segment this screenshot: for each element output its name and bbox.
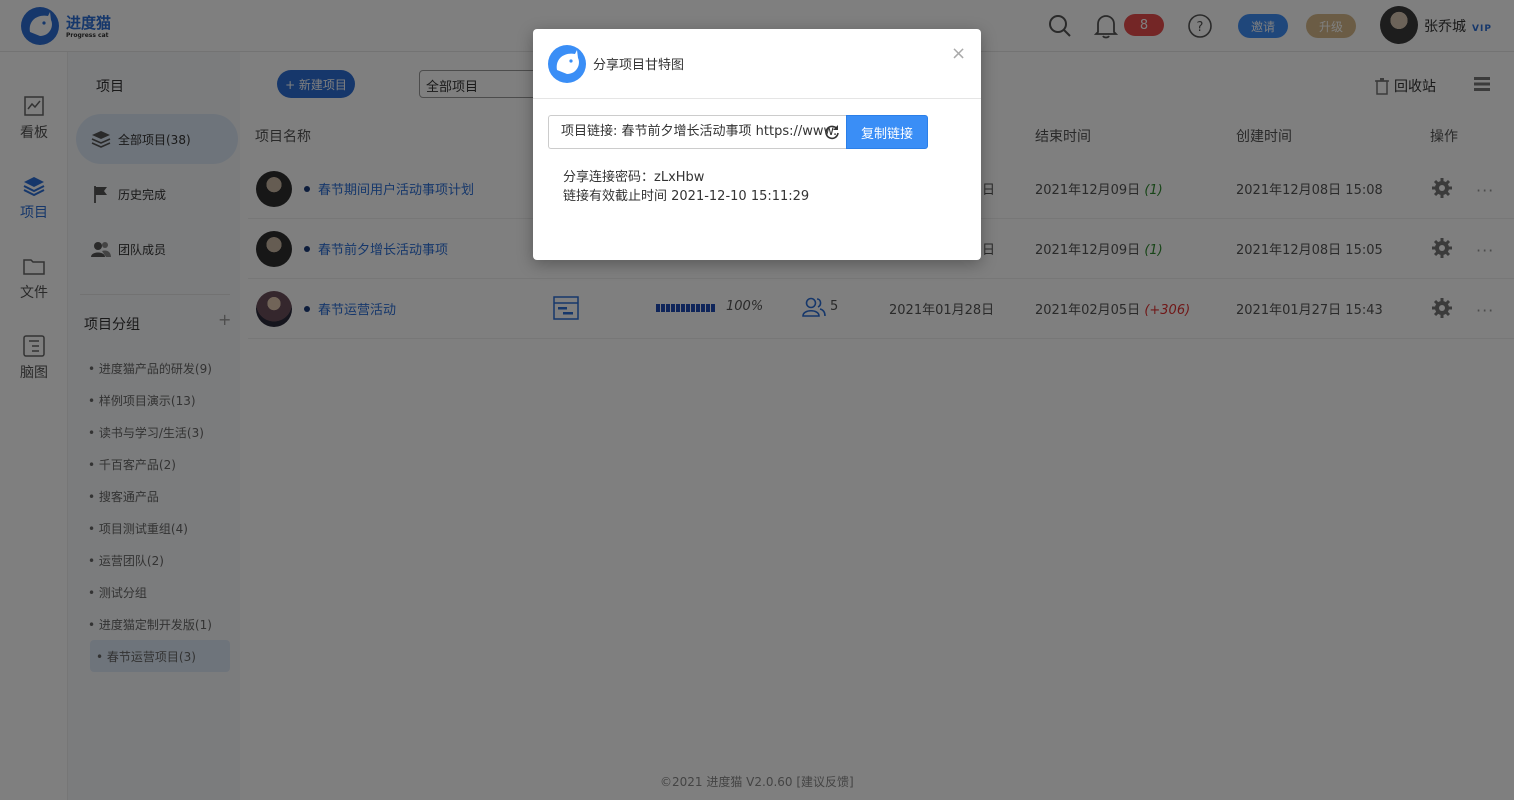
logo-icon	[548, 45, 586, 83]
refresh-icon[interactable]	[824, 124, 840, 140]
link-expiry: 链接有效截止时间 2021-12-10 15:11:29	[563, 189, 810, 204]
modal-header: 分享项目甘特图 ×	[533, 29, 981, 99]
copy-link-button[interactable]: 复制链接	[846, 115, 928, 149]
share-link-field[interactable]: 项目链接: 春节前夕增长活动事项 https://www.	[548, 115, 846, 149]
share-modal: 分享项目甘特图 × 项目链接: 春节前夕增长活动事项 https://www. …	[533, 29, 981, 260]
close-icon[interactable]: ×	[951, 43, 966, 64]
modal-title: 分享项目甘特图	[593, 58, 685, 73]
share-password: 分享连接密码：zLxHbw	[563, 170, 705, 185]
